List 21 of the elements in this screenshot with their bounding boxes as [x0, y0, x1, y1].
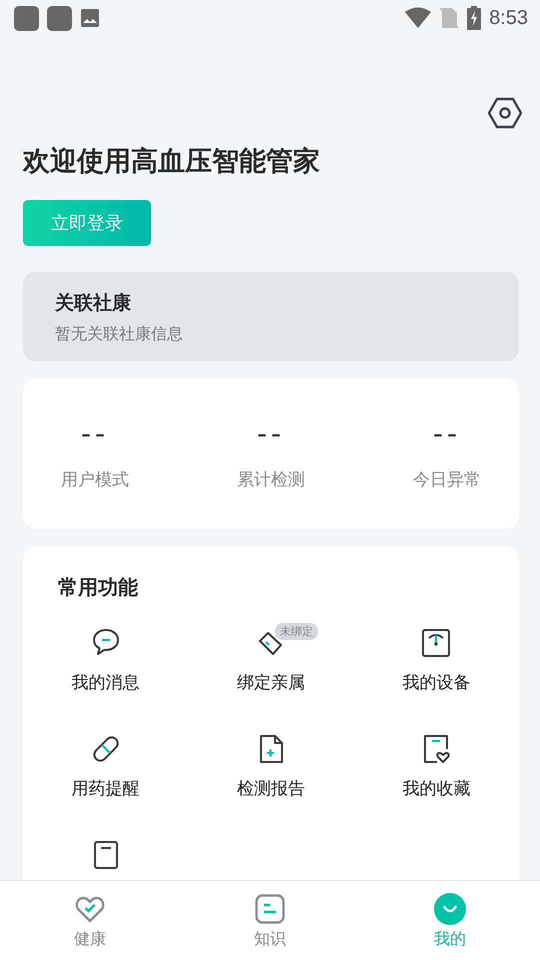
stat-label: 今日异常 [413, 469, 481, 491]
section-title: 常用功能 [57, 574, 139, 601]
stat-label: 用户模式 [61, 469, 129, 491]
stat-value: -- [80, 418, 110, 450]
card-title: 关联社康 [55, 291, 132, 316]
function-label[interactable]: 检测报告 [236, 777, 305, 800]
status-badge: 未绑定 [274, 623, 318, 640]
stat-value: -- [432, 418, 462, 450]
stat-label: 累计检测 [237, 469, 305, 491]
stat-value: -- [256, 418, 286, 450]
function-label[interactable]: 我的设备 [402, 671, 470, 694]
function-label[interactable]: 用药提醒 [72, 777, 140, 800]
community-card[interactable]: 关联社康 暂无关联社康信息 [23, 272, 519, 361]
status-time: 8:53 [489, 6, 528, 30]
function-label[interactable]: 我的消息 [72, 671, 140, 694]
welcome-title: 欢迎使用高血压智能管家 [23, 145, 321, 179]
card-subtitle: 暂无关联社康信息 [55, 324, 184, 345]
nav-tab[interactable]: 健康 [0, 881, 180, 960]
function-label[interactable]: 绑定亲属 [236, 671, 305, 694]
nav-tab[interactable]: 知识 [180, 881, 360, 960]
function-label[interactable]: 我的收藏 [402, 777, 470, 800]
